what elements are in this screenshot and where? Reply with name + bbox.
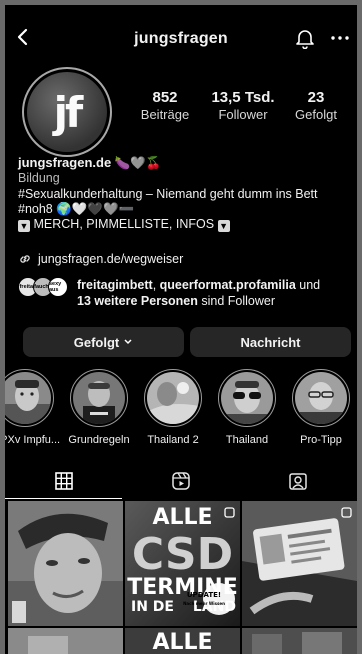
profile-tabs bbox=[5, 463, 357, 499]
highlight-label: MPXv Impfu... bbox=[5, 434, 61, 446]
post-update-subtext: Nach mehr Wissen bbox=[183, 601, 225, 606]
tab-reels[interactable] bbox=[122, 463, 239, 499]
post-text-alle: ALLE bbox=[152, 630, 213, 654]
link-icon bbox=[20, 255, 30, 263]
stat-followers[interactable]: 13,5 Tsd. Follower bbox=[205, 89, 281, 122]
down-arrow-icon: ▼ bbox=[217, 220, 230, 233]
bio-emojis: 🌍🤍🖤🩶➖ bbox=[56, 201, 135, 216]
follower-more[interactable]: 13 weitere Personen bbox=[77, 294, 198, 308]
highlight-ring bbox=[292, 369, 350, 427]
follower-name-2[interactable]: queerformat.profamilia bbox=[160, 278, 296, 292]
highlight-ring bbox=[144, 369, 202, 427]
followed-by-conj: und bbox=[299, 278, 321, 292]
stat-posts-value: 852 bbox=[152, 89, 178, 106]
followed-by-suffix: sind Follower bbox=[201, 294, 276, 308]
following-button[interactable]: Gefolgt bbox=[23, 327, 184, 357]
stat-following-label: Gefolgt bbox=[295, 107, 337, 122]
post-update-badge: UPDATE! bbox=[186, 591, 222, 599]
highlight-label: Thailand 2 bbox=[147, 434, 199, 446]
post-text-csd: CSD bbox=[131, 529, 234, 580]
message-button-label: Nachricht bbox=[240, 334, 301, 350]
highlight-thumbnail bbox=[5, 372, 51, 424]
followed-by[interactable]: freitag fauche sexy aus freitagimbett, q… bbox=[18, 277, 353, 309]
avatar-image: jf bbox=[27, 72, 107, 152]
bio-hashtag[interactable]: #noh8 bbox=[18, 202, 53, 216]
more-icon[interactable] bbox=[329, 27, 351, 49]
avatar-logo-text: jf bbox=[53, 87, 84, 137]
highlight-ring bbox=[218, 369, 276, 427]
followed-by-text: freitagimbett, queerformat.profamilia un… bbox=[77, 278, 321, 308]
down-arrow-icon: ▼ bbox=[18, 220, 30, 233]
carousel-icon bbox=[341, 507, 352, 518]
tagged-icon bbox=[288, 473, 307, 490]
highlight-item[interactable]: Thailand bbox=[213, 369, 281, 446]
post-thumbnail[interactable] bbox=[8, 628, 123, 654]
stat-following[interactable]: 23 Gefolgt bbox=[288, 89, 344, 122]
highlight-label: Grundregeln bbox=[68, 434, 130, 446]
highlight-item[interactable]: Grundregeln bbox=[65, 369, 133, 446]
highlight-item[interactable]: MPXv Impfu... bbox=[5, 369, 61, 446]
highlight-ring bbox=[5, 369, 54, 427]
profile-link-text[interactable]: jungsfragen.de/wegweiser bbox=[38, 252, 183, 266]
highlight-thumbnail bbox=[221, 372, 273, 424]
post-text-alle: ALLE bbox=[152, 505, 213, 530]
highlight-label: Pro-Tipp bbox=[300, 434, 342, 446]
bell-icon[interactable] bbox=[294, 27, 316, 49]
tab-tagged[interactable] bbox=[239, 463, 356, 499]
profile-link[interactable]: jungsfragen.de/wegweiser bbox=[18, 252, 183, 266]
post-thumbnail[interactable]: ALLE CSD TERMINE IN DE LAND UPDATE! Nach… bbox=[125, 501, 240, 626]
bio-line-3: MERCH, PIMMELLISTE, INFOS bbox=[33, 217, 215, 232]
stat-followers-value: 13,5 Tsd. bbox=[211, 89, 275, 106]
stat-posts-label: Beiträge bbox=[140, 107, 190, 122]
post-thumbnail[interactable] bbox=[242, 501, 357, 626]
chevron-down-icon bbox=[124, 339, 132, 345]
highlight-item[interactable]: Pro-Tipp bbox=[287, 369, 355, 446]
stat-followers-label: Follower bbox=[218, 107, 268, 122]
profile-avatar[interactable]: jf bbox=[22, 67, 112, 157]
follower-name-1[interactable]: freitagimbett bbox=[77, 278, 153, 292]
stat-posts[interactable]: 852 Beiträge bbox=[135, 89, 195, 122]
reels-icon bbox=[171, 472, 190, 490]
posts-grid: ALLE CSD TERMINE IN DE LAND UPDATE! Nach… bbox=[8, 501, 357, 654]
grid-icon bbox=[54, 471, 73, 490]
highlight-thumbnail bbox=[295, 372, 347, 424]
tab-posts-grid[interactable] bbox=[5, 463, 122, 499]
post-thumbnail[interactable] bbox=[8, 501, 123, 626]
post-thumbnail[interactable]: ALLE bbox=[125, 628, 240, 654]
highlight-ring bbox=[70, 369, 128, 427]
post-thumbnail[interactable] bbox=[242, 628, 357, 654]
follower-avatar: sexy aus bbox=[48, 277, 68, 297]
highlight-thumbnail bbox=[73, 372, 125, 424]
display-name: jungsfragen.de bbox=[18, 155, 112, 170]
profile-category: Bildung bbox=[18, 171, 60, 186]
stat-following-value: 23 bbox=[307, 89, 325, 106]
name-emojis: 🍆🩶🍒 bbox=[114, 156, 162, 170]
top-bar: jungsfragen bbox=[5, 5, 357, 67]
following-button-label: Gefolgt bbox=[73, 334, 120, 350]
carousel-icon bbox=[224, 507, 235, 518]
highlight-thumbnail bbox=[147, 372, 199, 424]
highlight-label: Thailand bbox=[225, 434, 269, 446]
bio-line-1: #Sexualkunderhaltung – Niemand geht dumm… bbox=[18, 186, 318, 201]
instagram-profile-screen: jungsfragen jf 852 Beiträge 13,5 Tsd. Fo… bbox=[5, 5, 357, 654]
highlight-item[interactable]: Thailand 2 bbox=[139, 369, 207, 446]
profile-bio: jungsfragen.de 🍆🩶🍒 Bildung #Sexualkunder… bbox=[18, 155, 353, 233]
message-button[interactable]: Nachricht bbox=[190, 327, 351, 357]
